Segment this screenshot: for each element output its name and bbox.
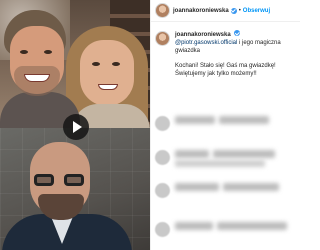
separator-dot: • <box>238 7 241 14</box>
verified-icon <box>234 30 241 36</box>
comment-item <box>155 183 299 198</box>
blurred-text <box>175 183 219 191</box>
comment-item <box>155 222 299 237</box>
caption-paragraph: Kochani! Stało się! Gaś ma gwiazdkę! Świ… <box>175 63 276 77</box>
play-button[interactable] <box>63 114 89 140</box>
follow-button[interactable]: Obserwuj <box>243 8 270 14</box>
blurred-text <box>175 222 213 230</box>
play-icon <box>73 121 82 133</box>
verified-icon <box>230 7 237 14</box>
video-feed-bottom <box>0 128 150 250</box>
comment-item <box>155 116 299 131</box>
header-username[interactable]: joannakoroniewska <box>173 8 229 14</box>
caption-avatar[interactable] <box>155 31 170 46</box>
post-header: joannakoroniewska • Obserwuj <box>151 0 300 22</box>
comment-avatar[interactable] <box>155 150 170 165</box>
comment-avatar[interactable] <box>155 116 170 131</box>
comment-avatar[interactable] <box>155 222 170 237</box>
blurred-text <box>175 116 215 124</box>
instagram-post: joannakoroniewska • Obserwuj joannakoron… <box>0 0 300 250</box>
video-feed-top <box>0 0 150 128</box>
post-video[interactable] <box>0 0 150 250</box>
caption-username[interactable]: joannakoroniewska <box>175 32 231 38</box>
mention-link[interactable]: @piotr.gasowski.official <box>175 40 237 46</box>
post-sidebar: joannakoroniewska • Obserwuj joannakoron… <box>150 0 300 250</box>
avatar[interactable] <box>155 3 170 18</box>
glasses <box>34 174 54 186</box>
blurred-text <box>175 150 209 158</box>
comment-item <box>155 150 299 167</box>
comment-avatar[interactable] <box>155 183 170 198</box>
woman-face <box>80 40 134 106</box>
post-caption: joannakoroniewska @piotr.gasowski.offici… <box>155 30 299 78</box>
